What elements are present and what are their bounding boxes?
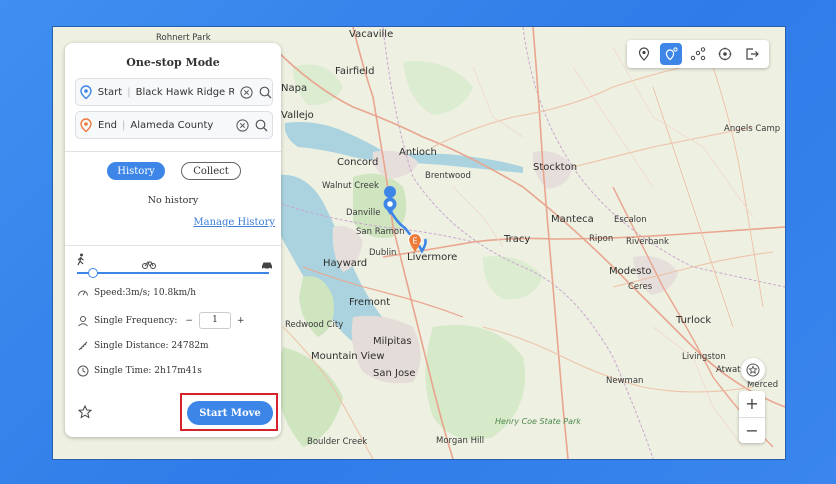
- map-label: Fairfield: [335, 66, 375, 77]
- frequency-label: Single Frequency:: [94, 315, 178, 326]
- speed-slider-handle[interactable]: [88, 268, 98, 278]
- speed-text: Speed:3m/s; 10.8km/h: [94, 288, 197, 298]
- zoom-in-button[interactable]: +: [739, 391, 765, 417]
- map-label: Livingston: [682, 352, 726, 362]
- tab-history[interactable]: History: [107, 162, 165, 180]
- start-move-button[interactable]: Start Move: [187, 401, 273, 425]
- time-text: Single Time: 2h17m41s: [94, 366, 202, 376]
- user-icon: [78, 315, 88, 326]
- separator: |: [122, 119, 126, 131]
- search-icon[interactable]: [259, 86, 272, 99]
- start-pin-icon: [80, 85, 94, 99]
- separator: |: [127, 86, 131, 98]
- map-label: Vallejo: [281, 110, 314, 121]
- decrement-button[interactable]: −: [185, 316, 193, 326]
- increment-button[interactable]: +: [237, 316, 245, 326]
- bike-icon[interactable]: [142, 254, 156, 273]
- end-value[interactable]: Alameda County: [130, 120, 230, 131]
- map-label: Tracy: [504, 234, 531, 245]
- favorites-button[interactable]: [741, 358, 765, 382]
- map-label: Boulder Creek: [307, 437, 368, 447]
- exit-icon[interactable]: [741, 43, 763, 65]
- map-label: Ceres: [628, 282, 653, 292]
- panel-title: One-stop Mode: [126, 56, 220, 69]
- map-label: Escalon: [614, 215, 647, 225]
- map-label: Stockton: [533, 162, 578, 173]
- clear-icon[interactable]: [236, 118, 249, 132]
- search-icon[interactable]: [255, 119, 268, 132]
- map-label: Ripon: [589, 234, 614, 244]
- one-stop-panel: One-stop Mode Start | Black Hawk Ridge R…: [65, 43, 281, 437]
- speedometer-icon: [78, 290, 88, 296]
- star-icon[interactable]: [77, 404, 93, 423]
- clear-icon[interactable]: [240, 85, 253, 99]
- end-location-field[interactable]: End | Alameda County: [75, 111, 273, 139]
- map-label: San Jose: [373, 368, 416, 379]
- frequency-input[interactable]: 1: [198, 312, 231, 329]
- map-label: Mountain View: [311, 351, 385, 362]
- divider: [65, 245, 281, 246]
- start-value[interactable]: Black Hawk Ridge Roa: [136, 87, 234, 98]
- app-window: E Rohnert Park Vacaville Napa Fairfield …: [52, 26, 786, 460]
- map-label: Napa: [281, 83, 308, 94]
- time-row: Single Time: 2h17m41s: [77, 365, 202, 377]
- distance-text: Single Distance: 24782m: [94, 341, 209, 351]
- map-label: Fremont: [349, 297, 391, 308]
- map-label: Rohnert Park: [156, 33, 211, 43]
- map-label: Morgan Hill: [436, 436, 485, 446]
- divider: [65, 151, 281, 152]
- map-label: Newman: [606, 376, 644, 386]
- map-label: Danville: [346, 208, 381, 218]
- walk-icon[interactable]: [75, 252, 87, 271]
- star-badge-icon: [746, 363, 760, 377]
- map-label: Antioch: [399, 147, 437, 158]
- map-label: Walnut Creek: [322, 181, 379, 191]
- tab-collect[interactable]: Collect: [181, 162, 241, 180]
- teleport-mode-icon[interactable]: [633, 43, 655, 65]
- map-label: Angels Camp: [724, 124, 781, 134]
- map-label: San Ramon: [356, 227, 405, 237]
- zoom-out-button[interactable]: −: [739, 417, 765, 444]
- zoom-control: + −: [739, 391, 765, 443]
- speed-row: Speed:3m/s; 10.8km/h: [77, 287, 196, 299]
- map-label: Concord: [337, 157, 379, 168]
- clock-icon: [77, 365, 89, 377]
- map-label: Henry Coe State Park: [495, 417, 581, 426]
- map-label: Redwood City: [285, 320, 344, 330]
- map-label: Brentwood: [425, 171, 471, 181]
- ruler-icon: [78, 341, 88, 351]
- start-label: Start: [97, 86, 123, 98]
- map-label: Merced: [747, 380, 779, 390]
- map-label: Manteca: [551, 214, 594, 225]
- frequency-row: Single Frequency: − 1 +: [77, 312, 244, 329]
- manage-history-link[interactable]: Manage History: [193, 217, 275, 228]
- svg-text:E: E: [412, 237, 417, 246]
- one-stop-mode-icon[interactable]: [660, 43, 683, 65]
- end-pin-icon: [80, 118, 94, 132]
- map-label: Vacaville: [349, 29, 394, 40]
- multi-stop-mode-icon[interactable]: [687, 43, 709, 65]
- map-label: Dublin: [369, 248, 397, 258]
- empty-history-text: No history: [147, 195, 199, 206]
- mode-toolbar: [627, 40, 769, 68]
- frequency-stepper: − 1 +: [185, 312, 244, 329]
- speed-slider-track[interactable]: [77, 272, 269, 274]
- map-label: Modesto: [609, 266, 652, 277]
- start-location-field[interactable]: Start | Black Hawk Ridge Roa: [75, 78, 273, 106]
- map-label: Livermore: [407, 252, 458, 263]
- map-label: Riverbank: [626, 237, 669, 247]
- map-label: Hayward: [323, 258, 368, 269]
- map-label: Turlock: [676, 315, 712, 326]
- map-label: Milpitas: [373, 336, 412, 347]
- end-label: End: [98, 119, 118, 131]
- joystick-mode-icon[interactable]: [714, 43, 736, 65]
- distance-row: Single Distance: 24782m: [77, 340, 209, 352]
